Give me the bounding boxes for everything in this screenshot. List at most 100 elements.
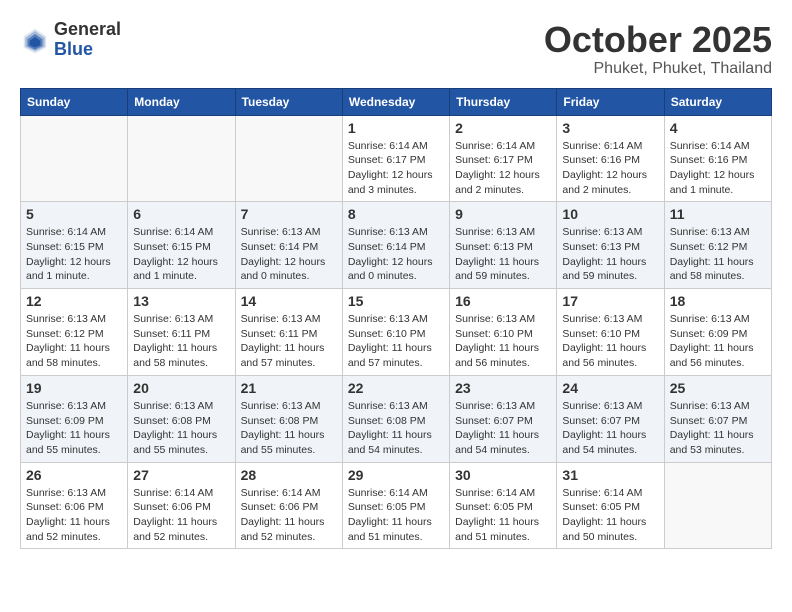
day-info: Sunrise: 6:13 AM Sunset: 6:06 PM Dayligh… xyxy=(26,486,122,545)
day-number: 26 xyxy=(26,467,122,483)
day-info: Sunrise: 6:13 AM Sunset: 6:07 PM Dayligh… xyxy=(562,399,658,458)
day-number: 5 xyxy=(26,206,122,222)
day-info: Sunrise: 6:14 AM Sunset: 6:06 PM Dayligh… xyxy=(133,486,229,545)
day-number: 12 xyxy=(26,293,122,309)
calendar-cell: 31 Sunrise: 6:14 AM Sunset: 6:05 PM Dayli… xyxy=(557,462,664,549)
day-info: Sunrise: 6:13 AM Sunset: 6:14 PM Dayligh… xyxy=(348,225,444,284)
calendar-cell: 30 Sunrise: 6:14 AM Sunset: 6:05 PM Dayli… xyxy=(450,462,557,549)
day-info: Sunrise: 6:14 AM Sunset: 6:16 PM Dayligh… xyxy=(562,139,658,198)
weekday-header-friday: Friday xyxy=(557,88,664,115)
day-number: 22 xyxy=(348,380,444,396)
logo-icon xyxy=(20,25,50,55)
day-info: Sunrise: 6:13 AM Sunset: 6:10 PM Dayligh… xyxy=(455,312,551,371)
calendar-week-row: 5 Sunrise: 6:14 AM Sunset: 6:15 PM Daylig… xyxy=(21,202,772,289)
day-number: 21 xyxy=(241,380,337,396)
calendar-cell xyxy=(235,115,342,202)
calendar-week-row: 12 Sunrise: 6:13 AM Sunset: 6:12 PM Dayli… xyxy=(21,289,772,376)
calendar-cell: 19 Sunrise: 6:13 AM Sunset: 6:09 PM Dayli… xyxy=(21,375,128,462)
calendar-cell: 23 Sunrise: 6:13 AM Sunset: 6:07 PM Dayli… xyxy=(450,375,557,462)
day-info: Sunrise: 6:13 AM Sunset: 6:10 PM Dayligh… xyxy=(348,312,444,371)
page-header: General Blue October 2025 Phuket, Phuket… xyxy=(20,20,772,78)
calendar-cell: 15Sunrise: 6:13 AM Sunset: 6:10 PM Dayli… xyxy=(342,289,449,376)
day-info: Sunrise: 6:13 AM Sunset: 6:09 PM Dayligh… xyxy=(26,399,122,458)
calendar-cell: 27 Sunrise: 6:14 AM Sunset: 6:06 PM Dayli… xyxy=(128,462,235,549)
day-number: 3 xyxy=(562,120,658,136)
calendar-week-row: 1 Sunrise: 6:14 AM Sunset: 6:17 PM Daylig… xyxy=(21,115,772,202)
calendar-cell: 13 Sunrise: 6:13 AM Sunset: 6:11 PM Dayli… xyxy=(128,289,235,376)
calendar-week-row: 26 Sunrise: 6:13 AM Sunset: 6:06 PM Dayli… xyxy=(21,462,772,549)
month-title: October 2025 xyxy=(544,20,772,60)
day-info: Sunrise: 6:14 AM Sunset: 6:15 PM Dayligh… xyxy=(133,225,229,284)
day-number: 9 xyxy=(455,206,551,222)
weekday-header-wednesday: Wednesday xyxy=(342,88,449,115)
day-info: Sunrise: 6:13 AM Sunset: 6:08 PM Dayligh… xyxy=(133,399,229,458)
day-number: 30 xyxy=(455,467,551,483)
calendar-cell: 10 Sunrise: 6:13 AM Sunset: 6:13 PM Dayli… xyxy=(557,202,664,289)
weekday-header-monday: Monday xyxy=(128,88,235,115)
logo-blue-text: Blue xyxy=(54,40,121,60)
day-number: 17 xyxy=(562,293,658,309)
day-number: 28 xyxy=(241,467,337,483)
day-number: 13 xyxy=(133,293,229,309)
day-info: Sunrise: 6:13 AM Sunset: 6:13 PM Dayligh… xyxy=(562,225,658,284)
day-number: 19 xyxy=(26,380,122,396)
logo-general-text: General xyxy=(54,20,121,40)
weekday-header-saturday: Saturday xyxy=(664,88,771,115)
calendar-cell: 21 Sunrise: 6:13 AM Sunset: 6:08 PM Dayli… xyxy=(235,375,342,462)
day-number: 4 xyxy=(670,120,766,136)
calendar-cell: 16 Sunrise: 6:13 AM Sunset: 6:10 PM Dayli… xyxy=(450,289,557,376)
day-info: Sunrise: 6:14 AM Sunset: 6:05 PM Dayligh… xyxy=(562,486,658,545)
day-info: Sunrise: 6:13 AM Sunset: 6:13 PM Dayligh… xyxy=(455,225,551,284)
day-number: 10 xyxy=(562,206,658,222)
calendar-cell: 17 Sunrise: 6:13 AM Sunset: 6:10 PM Dayli… xyxy=(557,289,664,376)
day-info: Sunrise: 6:14 AM Sunset: 6:15 PM Dayligh… xyxy=(26,225,122,284)
day-info: Sunrise: 6:14 AM Sunset: 6:17 PM Dayligh… xyxy=(348,139,444,198)
weekday-header-tuesday: Tuesday xyxy=(235,88,342,115)
day-number: 16 xyxy=(455,293,551,309)
weekday-header-sunday: Sunday xyxy=(21,88,128,115)
calendar-cell: 24Sunrise: 6:13 AM Sunset: 6:07 PM Dayli… xyxy=(557,375,664,462)
day-info: Sunrise: 6:13 AM Sunset: 6:11 PM Dayligh… xyxy=(241,312,337,371)
day-number: 7 xyxy=(241,206,337,222)
calendar-cell: 12 Sunrise: 6:13 AM Sunset: 6:12 PM Dayli… xyxy=(21,289,128,376)
calendar-cell: 20 Sunrise: 6:13 AM Sunset: 6:08 PM Dayli… xyxy=(128,375,235,462)
day-number: 20 xyxy=(133,380,229,396)
day-number: 27 xyxy=(133,467,229,483)
calendar-cell: 25Sunrise: 6:13 AM Sunset: 6:07 PM Dayli… xyxy=(664,375,771,462)
calendar-cell: 26 Sunrise: 6:13 AM Sunset: 6:06 PM Dayli… xyxy=(21,462,128,549)
day-info: Sunrise: 6:13 AM Sunset: 6:12 PM Dayligh… xyxy=(670,225,766,284)
calendar-cell: 11Sunrise: 6:13 AM Sunset: 6:12 PM Dayli… xyxy=(664,202,771,289)
calendar-cell xyxy=(128,115,235,202)
day-number: 25 xyxy=(670,380,766,396)
day-number: 8 xyxy=(348,206,444,222)
day-info: Sunrise: 6:13 AM Sunset: 6:10 PM Dayligh… xyxy=(562,312,658,371)
day-info: Sunrise: 6:14 AM Sunset: 6:06 PM Dayligh… xyxy=(241,486,337,545)
day-info: Sunrise: 6:14 AM Sunset: 6:05 PM Dayligh… xyxy=(455,486,551,545)
day-info: Sunrise: 6:13 AM Sunset: 6:07 PM Dayligh… xyxy=(455,399,551,458)
day-number: 18 xyxy=(670,293,766,309)
day-info: Sunrise: 6:13 AM Sunset: 6:12 PM Dayligh… xyxy=(26,312,122,371)
calendar-cell: 2 Sunrise: 6:14 AM Sunset: 6:17 PM Daylig… xyxy=(450,115,557,202)
calendar-cell: 22Sunrise: 6:13 AM Sunset: 6:08 PM Dayli… xyxy=(342,375,449,462)
calendar-cell: 5 Sunrise: 6:14 AM Sunset: 6:15 PM Daylig… xyxy=(21,202,128,289)
day-info: Sunrise: 6:13 AM Sunset: 6:11 PM Dayligh… xyxy=(133,312,229,371)
weekday-header-thursday: Thursday xyxy=(450,88,557,115)
calendar-cell: 8 Sunrise: 6:13 AM Sunset: 6:14 PM Daylig… xyxy=(342,202,449,289)
day-number: 14 xyxy=(241,293,337,309)
day-number: 6 xyxy=(133,206,229,222)
location-title: Phuket, Phuket, Thailand xyxy=(544,60,772,78)
day-number: 23 xyxy=(455,380,551,396)
weekday-header-row: SundayMondayTuesdayWednesdayThursdayFrid… xyxy=(21,88,772,115)
day-info: Sunrise: 6:13 AM Sunset: 6:08 PM Dayligh… xyxy=(241,399,337,458)
logo: General Blue xyxy=(20,20,121,60)
calendar-cell: 7Sunrise: 6:13 AM Sunset: 6:14 PM Daylig… xyxy=(235,202,342,289)
day-number: 2 xyxy=(455,120,551,136)
calendar-cell: 14 Sunrise: 6:13 AM Sunset: 6:11 PM Dayli… xyxy=(235,289,342,376)
calendar-table: SundayMondayTuesdayWednesdayThursdayFrid… xyxy=(20,88,772,550)
day-number: 31 xyxy=(562,467,658,483)
calendar-week-row: 19 Sunrise: 6:13 AM Sunset: 6:09 PM Dayli… xyxy=(21,375,772,462)
title-block: October 2025 Phuket, Phuket, Thailand xyxy=(544,20,772,78)
calendar-cell: 18Sunrise: 6:13 AM Sunset: 6:09 PM Dayli… xyxy=(664,289,771,376)
day-info: Sunrise: 6:14 AM Sunset: 6:17 PM Dayligh… xyxy=(455,139,551,198)
day-number: 1 xyxy=(348,120,444,136)
